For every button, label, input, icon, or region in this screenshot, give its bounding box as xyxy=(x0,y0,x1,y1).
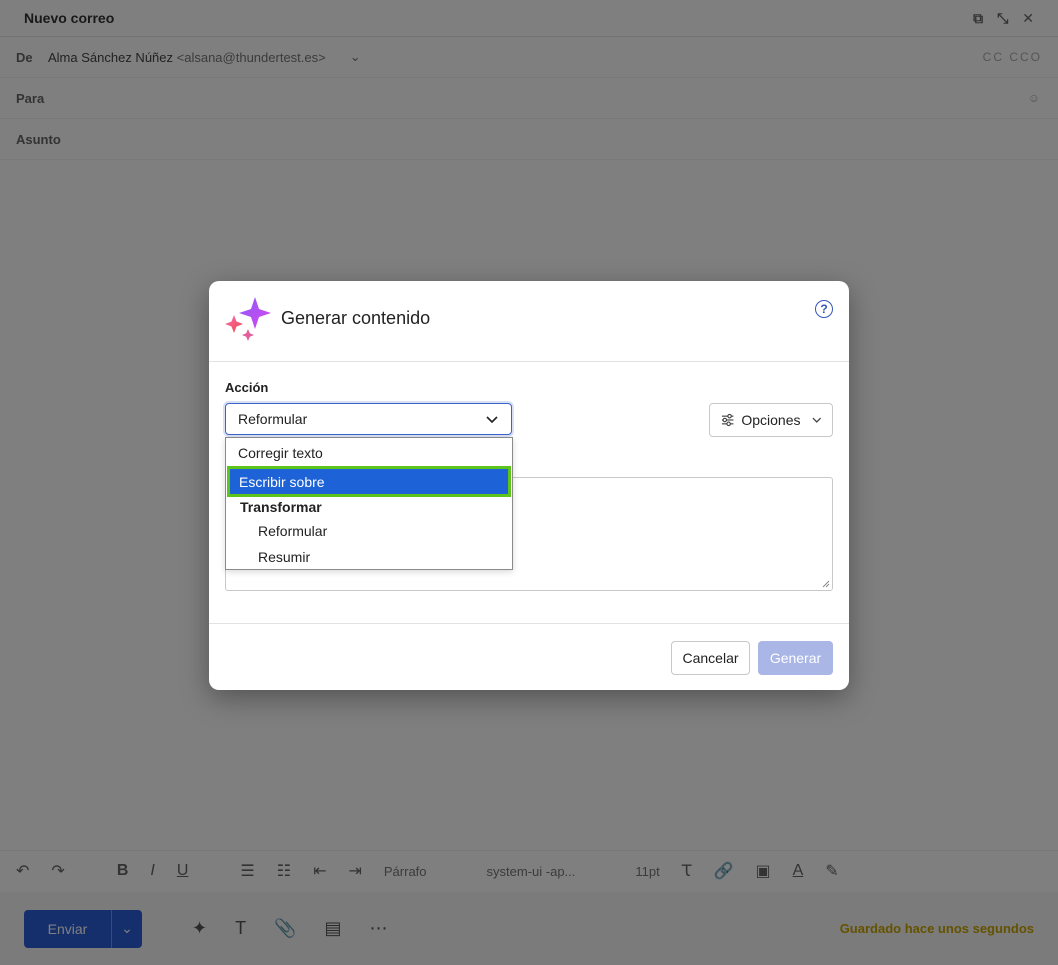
sliders-icon xyxy=(721,413,734,427)
action-dropdown-list: Corregir texto Escribir sobre Transforma… xyxy=(225,437,513,570)
dropdown-option-reformular[interactable]: Reformular xyxy=(226,519,512,543)
options-label: Opciones xyxy=(741,412,801,428)
generate-button[interactable]: Generar xyxy=(758,641,833,675)
dropdown-option-corregir-texto[interactable]: Corregir texto xyxy=(226,441,512,465)
action-select-value: Reformular xyxy=(238,411,308,427)
options-button[interactable]: Opciones xyxy=(709,403,833,437)
sparkle-icon xyxy=(225,297,271,341)
resize-grip-icon[interactable] xyxy=(822,580,830,588)
dialog-title: Generar contenido xyxy=(281,308,431,328)
help-icon[interactable]: ? xyxy=(815,300,833,318)
action-label: Acción xyxy=(225,380,269,395)
action-select[interactable]: Reformular xyxy=(225,403,512,435)
dropdown-option-resumir[interactable]: Resumir xyxy=(226,545,512,569)
dropdown-group-transformar: Transformar xyxy=(240,499,322,515)
cancel-button[interactable]: Cancelar xyxy=(671,641,750,675)
dropdown-option-escribir-sobre[interactable]: Escribir sobre xyxy=(227,466,511,497)
dialog-footer: Cancelar Generar xyxy=(209,623,849,691)
chevron-down-icon xyxy=(486,416,498,424)
dialog-header: Generar contenido ? xyxy=(209,281,849,362)
chevron-down-icon xyxy=(811,417,821,423)
